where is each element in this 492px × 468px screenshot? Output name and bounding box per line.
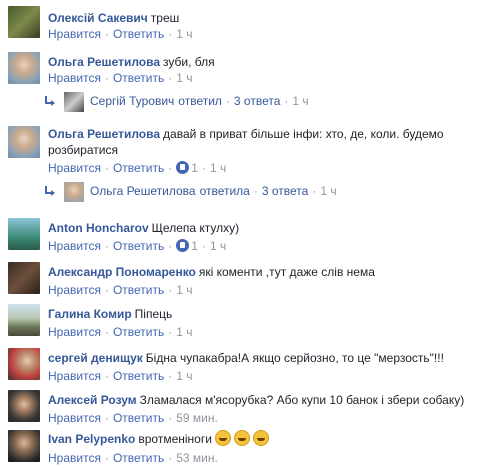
comment-author[interactable]: сергей денищук bbox=[48, 351, 143, 365]
replier-name[interactable]: Сергій Турович bbox=[90, 94, 174, 108]
like-count[interactable]: 1 bbox=[191, 239, 198, 253]
replies-time: 1 ч bbox=[292, 94, 309, 108]
comment-time[interactable]: 1 ч bbox=[210, 239, 226, 253]
reply-arrow-icon bbox=[44, 186, 55, 196]
avatar[interactable] bbox=[8, 390, 40, 422]
avatar[interactable] bbox=[8, 218, 40, 250]
like-button[interactable]: Нравится bbox=[48, 411, 101, 425]
comment-text: вротменіноги bbox=[138, 432, 212, 446]
reply-button[interactable]: Ответить bbox=[113, 161, 164, 175]
comment-author[interactable]: Ольга Решетилова bbox=[48, 55, 160, 69]
like-button[interactable]: Нравится bbox=[48, 451, 101, 465]
comment-author[interactable]: Александр Пономаренко bbox=[48, 265, 196, 279]
grin-sweat-emoji-icon bbox=[252, 430, 269, 446]
reply-button[interactable]: Ответить bbox=[113, 27, 164, 41]
replies-summary[interactable]: Сергій Турович ответил · 3 ответа · 1 ч bbox=[44, 91, 309, 112]
grin-sweat-emoji-icon bbox=[214, 430, 231, 446]
reply-arrow-icon bbox=[44, 96, 55, 106]
like-button[interactable]: Нравится bbox=[48, 283, 101, 297]
comment-author[interactable]: Anton Honcharov bbox=[48, 221, 149, 235]
replied-verb[interactable]: ответила bbox=[200, 184, 250, 198]
avatar[interactable] bbox=[8, 430, 40, 462]
grin-sweat-emoji-icon bbox=[233, 430, 250, 446]
avatar[interactable] bbox=[8, 304, 40, 336]
avatar[interactable] bbox=[8, 52, 40, 84]
avatar[interactable] bbox=[8, 6, 40, 38]
comment-time[interactable]: 1 ч bbox=[176, 27, 192, 41]
reply-button[interactable]: Ответить bbox=[113, 451, 164, 465]
reply-count[interactable]: 3 ответа bbox=[262, 184, 308, 198]
replied-verb[interactable]: ответил bbox=[178, 94, 222, 108]
comment-text: зуби, бля bbox=[163, 55, 215, 69]
comment-time[interactable]: 59 мин. bbox=[176, 411, 218, 425]
replier-name[interactable]: Ольга Решетилова bbox=[90, 184, 196, 198]
replies-summary[interactable]: Ольга Решетилова ответила · 3 ответа · 1 ч bbox=[44, 181, 337, 202]
reply-button[interactable]: Ответить bbox=[113, 71, 164, 85]
comment-author[interactable]: Алексей Розум bbox=[48, 393, 137, 407]
avatar[interactable] bbox=[8, 126, 40, 158]
reply-button[interactable]: Ответить bbox=[113, 283, 164, 297]
comment-text: Зламалася м'ясорубка? Або купи 10 банок … bbox=[139, 393, 465, 407]
avatar bbox=[64, 91, 84, 112]
comment-text: які коменти ,тут даже слів нема bbox=[198, 265, 375, 279]
comment-text: Бідна чупакабра!А якщо серйозно, то це "… bbox=[145, 351, 444, 365]
comment-time[interactable]: 1 ч bbox=[210, 161, 226, 175]
like-icon[interactable] bbox=[176, 239, 190, 252]
reply-button[interactable]: Ответить bbox=[113, 239, 164, 253]
avatar bbox=[64, 181, 84, 202]
comment-time[interactable]: 1 ч bbox=[176, 369, 192, 383]
avatar[interactable] bbox=[8, 348, 40, 380]
comment-time[interactable]: 1 ч bbox=[176, 71, 192, 85]
comment-time[interactable]: 1 ч bbox=[176, 283, 192, 297]
avatar[interactable] bbox=[8, 262, 40, 294]
comment-text: Щелепа ктулху) bbox=[151, 221, 240, 235]
comment-time[interactable]: 1 ч bbox=[176, 325, 192, 339]
reply-button[interactable]: Ответить bbox=[113, 411, 164, 425]
like-button[interactable]: Нравится bbox=[48, 27, 101, 41]
comment-author[interactable]: Ольга Решетилова bbox=[48, 127, 160, 141]
reply-button[interactable]: Ответить bbox=[113, 325, 164, 339]
comment-time[interactable]: 53 мин. bbox=[176, 451, 218, 465]
comment-text: Піпець bbox=[134, 307, 173, 321]
like-icon[interactable] bbox=[176, 161, 190, 174]
comment-author[interactable]: Олексій Сакевич bbox=[48, 11, 148, 25]
reply-button[interactable]: Ответить bbox=[113, 369, 164, 383]
like-button[interactable]: Нравится bbox=[48, 369, 101, 383]
like-button[interactable]: Нравится bbox=[48, 239, 101, 253]
like-count[interactable]: 1 bbox=[191, 161, 198, 175]
comment-author[interactable]: Ivan Pelypenko bbox=[48, 432, 135, 446]
reply-count[interactable]: 3 ответа bbox=[234, 94, 280, 108]
like-button[interactable]: Нравится bbox=[48, 71, 101, 85]
like-button[interactable]: Нравится bbox=[48, 161, 101, 175]
comment-author[interactable]: Галина Комир bbox=[48, 307, 132, 321]
comment-text: треш bbox=[150, 11, 180, 25]
replies-time: 1 ч bbox=[320, 184, 337, 198]
like-button[interactable]: Нравится bbox=[48, 325, 101, 339]
